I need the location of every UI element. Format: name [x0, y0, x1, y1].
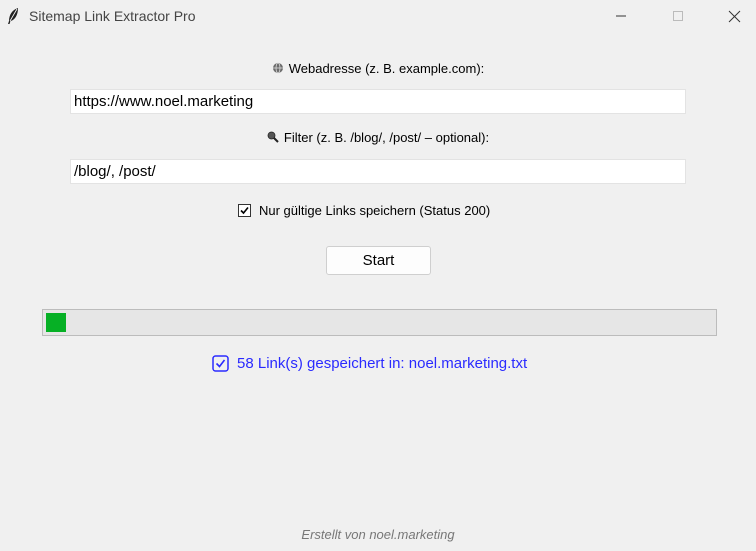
filter-label-row: Filter (z. B. /blog/, /post/ – optional)… — [0, 130, 756, 145]
maximize-button[interactable] — [655, 0, 701, 32]
valid-only-checkbox-row[interactable]: Nur gültige Links speichern (Status 200) — [238, 201, 490, 219]
url-label: Webadresse (z. B. example.com): — [288, 61, 485, 76]
close-button[interactable] — [712, 0, 756, 32]
magnifier-icon — [267, 131, 279, 143]
url-input[interactable] — [70, 89, 686, 114]
window-title: Sitemap Link Extractor Pro — [29, 8, 196, 24]
progress-bar — [42, 309, 717, 336]
progress-fill — [46, 313, 66, 332]
title-bar: Sitemap Link Extractor Pro — [0, 0, 756, 32]
globe-icon — [272, 62, 283, 74]
filter-label: Filter (z. B. /blog/, /post/ – optional)… — [283, 130, 490, 145]
footer-credit: Erstellt von noel.marketing — [301, 527, 455, 542]
filter-input[interactable] — [70, 159, 686, 184]
maximize-icon — [673, 11, 683, 21]
valid-only-label: Nur gültige Links speichern (Status 200) — [259, 202, 491, 218]
check-box-icon — [212, 354, 229, 372]
status-message: 58 Link(s) gespeichert in: noel.marketin… — [212, 353, 527, 373]
start-button[interactable]: Start — [326, 246, 431, 275]
url-label-row: Webadresse (z. B. example.com): — [0, 61, 756, 76]
valid-only-checkbox[interactable] — [238, 203, 251, 217]
close-icon — [728, 10, 740, 22]
status-text: 58 Link(s) gespeichert in: noel.marketin… — [237, 354, 528, 372]
checkmark-icon — [240, 206, 249, 214]
feather-icon — [8, 8, 18, 24]
minimize-button[interactable] — [598, 0, 644, 32]
minimize-icon — [616, 15, 626, 17]
